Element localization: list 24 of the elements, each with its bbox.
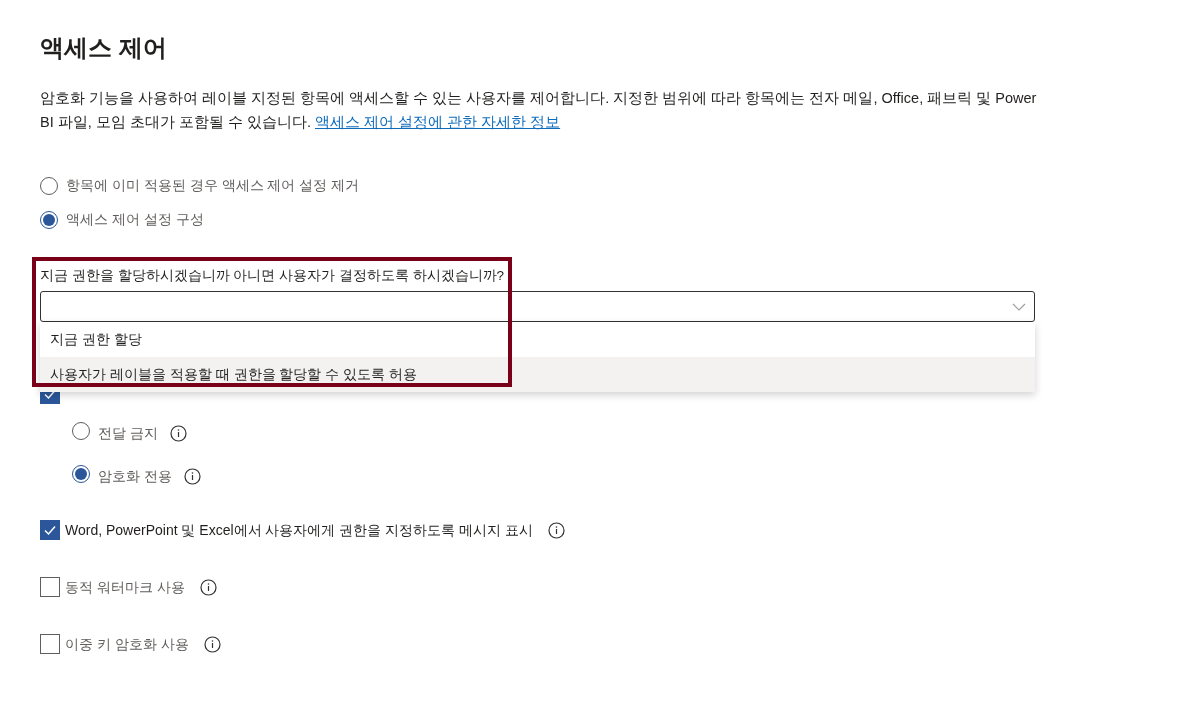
question-label: 지금 권한을 할당하시겠습니까 아니면 사용자가 결정하도록 하시겠습니까? xyxy=(40,267,504,285)
info-icon[interactable] xyxy=(548,521,566,539)
permission-dropdown[interactable] xyxy=(40,291,1035,323)
learn-more-link[interactable]: 액세스 제어 설정에 관한 자세한 정보 xyxy=(314,114,561,130)
radio-label: 전달 금지 xyxy=(98,424,158,444)
info-icon[interactable] xyxy=(183,468,201,486)
info-icon[interactable] xyxy=(169,425,187,443)
checkbox-label: 이중 키 암호화 사용 xyxy=(65,634,189,654)
checkbox[interactable] xyxy=(40,577,60,598)
section-title: 액세스 제어 xyxy=(40,33,167,63)
checkbox[interactable] xyxy=(40,634,60,655)
radio-label: 액세스 제어 설정 구성 xyxy=(66,210,204,229)
dropdown-option[interactable]: 지금 권한 할당 xyxy=(40,322,1035,358)
info-icon[interactable] xyxy=(203,635,221,653)
checkbox-label: 동적 워터마크 사용 xyxy=(65,577,185,597)
description-text: 암호화 기능을 사용하여 레이블 지정된 항목에 액세스할 수 있는 사용자를 제어합니다. 지정한 범위에 따라 항목에는 전자 메일, Office, 패브릭 및 Power BI 파일, 모임 초대가 포함될 수 있습니다. 액세스 제어 설정에 관한 자세한 정보 xyxy=(40,89,1038,132)
checkbox[interactable] xyxy=(40,520,60,541)
radio-label: 항목에 이미 적용된 경우 액세스 제어 설정 제거 xyxy=(66,176,360,195)
checkmark-icon xyxy=(43,523,57,538)
radio-label: 암호화 전용 xyxy=(98,467,172,487)
chevron-down-icon xyxy=(1012,302,1026,311)
dropdown-option[interactable]: 사용자가 레이블을 적용할 때 권한을 할당할 수 있도록 허용 xyxy=(40,357,1035,393)
info-icon[interactable] xyxy=(199,578,217,596)
checkbox-label: Word, PowerPoint 및 Excel에서 사용자에게 권한을 지정하도록 메시지 표시 xyxy=(65,520,534,540)
